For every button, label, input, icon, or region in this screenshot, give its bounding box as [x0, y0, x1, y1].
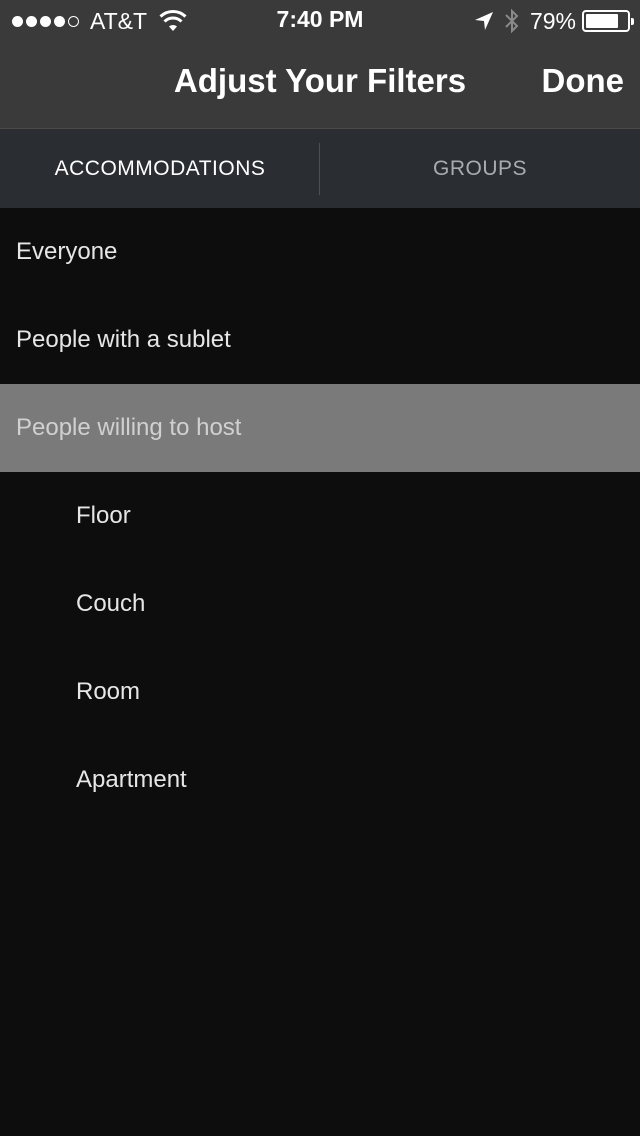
option-room[interactable]: Room [0, 648, 640, 736]
option-floor[interactable]: Floor [0, 472, 640, 560]
option-couch[interactable]: Couch [0, 560, 640, 648]
battery-icon [582, 10, 634, 32]
done-button[interactable]: Done [542, 62, 625, 100]
location-arrow-icon [474, 12, 493, 30]
option-everyone[interactable]: Everyone [0, 208, 640, 296]
tab-accommodations[interactable]: ACCOMMODATIONS [0, 129, 320, 209]
option-people-willing-to-host[interactable]: People willing to host [0, 384, 640, 472]
status-bar-right: 79% [474, 6, 634, 36]
filter-tabs: ACCOMMODATIONS GROUPS [0, 128, 640, 208]
battery-percent: 79% [529, 7, 576, 34]
option-people-with-a-sublet[interactable]: People with a sublet [0, 296, 640, 384]
battery-fill [586, 14, 618, 28]
filter-options-list: Everyone People with a sublet People wil… [0, 208, 640, 824]
top-header: AT&T 7:40 PM 79% Adjust Your Filters Don… [0, 0, 640, 128]
status-bar: AT&T 7:40 PM 79% [0, 0, 640, 40]
tab-divider [319, 143, 320, 195]
battery-nub [631, 18, 634, 25]
bluetooth-icon [505, 8, 519, 34]
option-apartment[interactable]: Apartment [0, 736, 640, 824]
tab-groups[interactable]: GROUPS [320, 129, 640, 209]
